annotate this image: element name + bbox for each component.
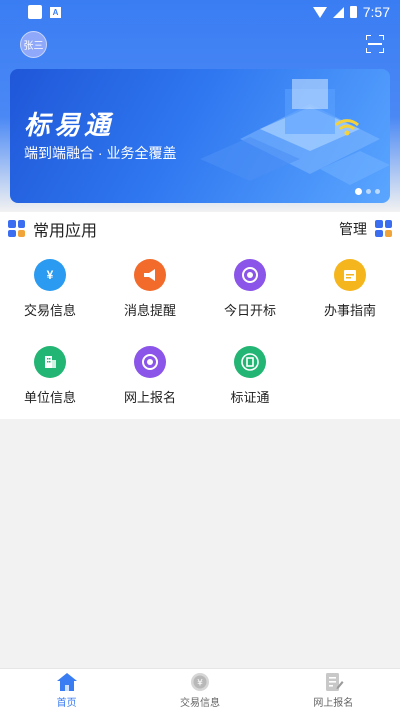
apps-header: 常用应用 管理 [0, 212, 400, 245]
nav-item-home[interactable]: 首页 [0, 669, 133, 711]
nav-label: 交易信息 [179, 697, 220, 709]
building-icon [34, 346, 66, 378]
carousel-dot[interactable] [366, 189, 371, 194]
yen-coin-icon: ¥ [34, 259, 66, 291]
status-time: 7:57 [362, 4, 390, 20]
certificate-icon [234, 346, 266, 378]
apps-title: 常用应用 [33, 222, 98, 240]
target-icon [134, 346, 166, 378]
scan-icon[interactable] [366, 35, 384, 53]
app-item-bid-certificate[interactable]: 标证通 [200, 346, 300, 433]
svg-text:¥: ¥ [197, 678, 203, 688]
app-label: 交易信息 [23, 303, 76, 318]
carousel-dot[interactable] [375, 189, 380, 194]
signal-icon [332, 6, 344, 18]
app-label: 消息提醒 [123, 303, 176, 318]
app-item-service-guide[interactable]: 办事指南 [300, 259, 400, 346]
target-icon [234, 259, 266, 291]
app-label: 单位信息 [23, 390, 76, 405]
app-item-unit-info[interactable]: 单位信息 [0, 346, 100, 433]
banner-subtitle: 端到端融合 · 业务全覆盖 [24, 145, 177, 161]
carousel-dot[interactable] [355, 188, 362, 195]
nav-item-online-registration[interactable]: 网上报名 [267, 669, 400, 711]
manage-button[interactable]: 管理 [339, 219, 392, 239]
manage-label: 管理 [339, 220, 367, 237]
banner-carousel[interactable]: 标易通 端到端融合 · 业务全覆盖 [10, 69, 390, 203]
form-edit-icon [326, 672, 344, 691]
avatar[interactable]: 张三 [20, 30, 47, 58]
status-bar: A 7:57 [0, 0, 400, 24]
home-icon [56, 672, 77, 691]
battery-icon [349, 6, 357, 18]
nav-item-trade-info[interactable]: ¥ 交易信息 [133, 669, 266, 711]
app-grid: ¥ 交易信息 消息提醒 今日开标 办事指南 单位信息 网上报名 标证通 [0, 245, 400, 433]
calendar-icon [334, 259, 366, 291]
yen-coin-icon: ¥ [190, 672, 209, 691]
banner-title: 标易通 [24, 110, 115, 140]
app-item-message-reminder[interactable]: 消息提醒 [100, 259, 200, 346]
nav-label: 首页 [56, 697, 77, 709]
notification-square-icon [28, 5, 42, 19]
app-label: 网上报名 [123, 390, 176, 405]
nav-label: 网上报名 [313, 697, 354, 709]
app-label: 标证通 [230, 390, 270, 405]
apps-grid-icon [8, 220, 25, 237]
manage-grid-icon [375, 220, 392, 237]
wifi-icon [312, 6, 327, 18]
top-bar: 张三 [0, 24, 400, 64]
app-item-today-bid-opening[interactable]: 今日开标 [200, 259, 300, 346]
bottom-nav: 首页 ¥ 交易信息 网上报名 [0, 668, 400, 711]
app-item-trade-info[interactable]: ¥ 交易信息 [0, 259, 100, 346]
common-apps-section: 常用应用 管理 ¥ 交易信息 消息提醒 今日开标 办事指南 单位信息 网上报名 … [0, 212, 400, 419]
app-label: 办事指南 [323, 303, 376, 318]
carousel-indicator [355, 188, 380, 195]
megaphone-icon [134, 259, 166, 291]
banner-illustration-icon [200, 79, 390, 185]
app-label: 今日开标 [223, 303, 276, 318]
notification-a-icon: A [50, 6, 61, 18]
app-item-online-registration[interactable]: 网上报名 [100, 346, 200, 433]
